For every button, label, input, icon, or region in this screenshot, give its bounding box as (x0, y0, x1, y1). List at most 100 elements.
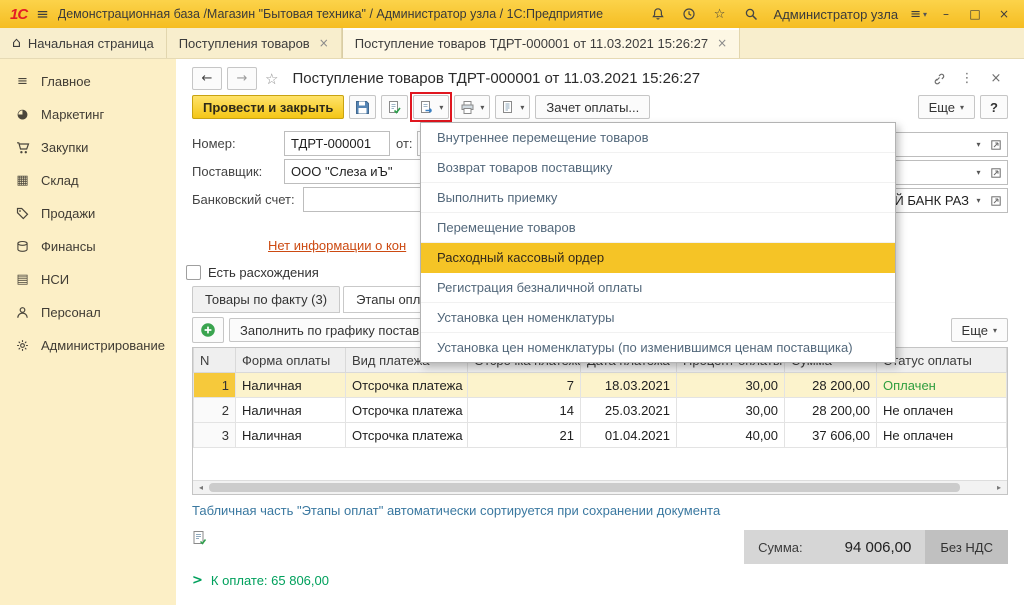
cell[interactable]: 2 (194, 398, 236, 423)
service-menu-icon[interactable]: ≡▾ (910, 7, 927, 22)
cell[interactable]: 37 606,00 (785, 423, 877, 448)
cell[interactable]: 40,00 (677, 423, 785, 448)
current-user[interactable]: Администратор узла (774, 7, 899, 22)
menu-item-internal-transfer[interactable]: Внутреннее перемещение товаров (421, 123, 895, 153)
scroll-right-icon[interactable]: ▸ (993, 483, 1005, 492)
cell[interactable]: Отсрочка платежа (346, 373, 468, 398)
create-based-on-button[interactable]: ▾ (413, 95, 449, 119)
combo-open-icon[interactable] (988, 168, 1003, 178)
attachments-button[interactable]: ▾ (495, 95, 530, 119)
more-button[interactable]: Еще▾ (918, 95, 975, 119)
back-button[interactable]: ← (192, 67, 222, 90)
status-cell[interactable]: Оплачен (877, 373, 1007, 398)
column-header[interactable]: Статус оплаты (877, 348, 1007, 373)
cell[interactable]: 28 200,00 (785, 373, 877, 398)
sidebar-item-nsi[interactable]: ▤ НСИ (0, 263, 176, 296)
menu-item-cashless-payment-registration[interactable]: Регистрация безналичной оплаты (421, 273, 895, 303)
horizontal-scrollbar[interactable]: ◂ ▸ (193, 480, 1007, 494)
maximize-button[interactable]: □ (965, 7, 985, 21)
add-row-button[interactable] (192, 317, 224, 343)
cell[interactable]: Наличная (236, 423, 346, 448)
scroll-left-icon[interactable]: ◂ (195, 483, 207, 492)
menu-item-set-item-prices-changed[interactable]: Установка цен номенклатуры (по изменивши… (421, 333, 895, 362)
table-more-button[interactable]: Еще▾ (951, 318, 1008, 342)
cell[interactable]: 7 (468, 373, 581, 398)
cell[interactable]: 3 (194, 423, 236, 448)
combo-dropdown-icon[interactable]: ▾ (971, 140, 986, 149)
forward-button[interactable]: → (227, 67, 257, 90)
cell[interactable]: Наличная (236, 373, 346, 398)
combo-dropdown-icon[interactable]: ▾ (971, 168, 986, 177)
close-document-button[interactable]: × (984, 71, 1008, 86)
cell[interactable]: 21 (468, 423, 581, 448)
notifications-bell-icon[interactable] (647, 7, 669, 21)
table-row[interactable]: 3 Наличная Отсрочка платежа 21 01.04.202… (194, 423, 1007, 448)
sidebar-item-warehouse[interactable]: ▦ Склад (0, 164, 176, 197)
menu-item-goods-transfer[interactable]: Перемещение товаров (421, 213, 895, 243)
menu-item-perform-acceptance[interactable]: Выполнить приемку (421, 183, 895, 213)
document-note-icon[interactable] (192, 530, 207, 545)
menu-item-return-to-supplier[interactable]: Возврат товаров поставщику (421, 153, 895, 183)
combo-dropdown-icon[interactable]: ▾ (971, 196, 986, 205)
cell[interactable]: 25.03.2021 (581, 398, 677, 423)
one-c-logo: 1С (10, 6, 27, 23)
pay-amount-link[interactable]: > К оплате: 65 806,00 (192, 573, 1008, 588)
help-button[interactable]: ? (980, 95, 1008, 119)
combo-open-icon[interactable] (988, 196, 1003, 206)
cell[interactable]: 28 200,00 (785, 398, 877, 423)
cell[interactable]: 30,00 (677, 398, 785, 423)
no-contract-info-link[interactable]: Нет информации о кон (268, 238, 406, 253)
sidebar-item-personnel[interactable]: Персонал (0, 296, 176, 329)
vat-mode-button[interactable]: Без НДС (925, 530, 1008, 564)
table-row[interactable]: 2 Наличная Отсрочка платежа 14 25.03.202… (194, 398, 1007, 423)
tab-close-icon[interactable]: × (717, 36, 727, 50)
sidebar-item-main[interactable]: ≡ Главное (0, 65, 176, 98)
scrollbar-track[interactable] (209, 483, 991, 492)
menu-item-set-item-prices[interactable]: Установка цен номенклатуры (421, 303, 895, 333)
sidebar-item-sales[interactable]: Продажи (0, 197, 176, 230)
date-label: от: (396, 136, 413, 151)
number-input[interactable]: ТДРТ-000001 (284, 131, 390, 156)
hamburger-menu-icon[interactable]: ≡ (36, 5, 49, 23)
link-icon[interactable] (926, 72, 950, 86)
sidebar-item-administration[interactable]: Администрирование (0, 329, 176, 362)
table-row[interactable]: 1 Наличная Отсрочка платежа 7 18.03.2021… (194, 373, 1007, 398)
post-and-close-button[interactable]: Провести и закрыть (192, 95, 344, 119)
tab-goods-receipts[interactable]: Поступления товаров × (167, 28, 342, 58)
column-header[interactable]: Форма оплаты (236, 348, 346, 373)
scrollbar-thumb[interactable] (209, 483, 960, 492)
print-button[interactable]: ▾ (454, 95, 490, 119)
post-document-button[interactable] (381, 95, 408, 119)
save-button[interactable] (349, 95, 376, 119)
sidebar-item-purchases[interactable]: Закупки (0, 131, 176, 164)
more-menu-icon[interactable]: ⋮ (955, 71, 979, 86)
column-header[interactable]: N (194, 348, 236, 373)
cell[interactable]: Наличная (236, 398, 346, 423)
combo-open-icon[interactable] (988, 140, 1003, 150)
sidebar-item-finance[interactable]: Финансы (0, 230, 176, 263)
cell[interactable]: Отсрочка платежа (346, 423, 468, 448)
minimize-button[interactable]: – (936, 7, 956, 21)
search-icon[interactable] (740, 7, 762, 21)
cell[interactable]: 01.04.2021 (581, 423, 677, 448)
status-cell[interactable]: Не оплачен (877, 423, 1007, 448)
favorite-star-icon[interactable]: ☆ (265, 70, 278, 88)
button-label: Провести и закрыть (203, 100, 333, 115)
cell[interactable]: 18.03.2021 (581, 373, 677, 398)
history-clock-icon[interactable] (678, 7, 700, 21)
cell[interactable]: 30,00 (677, 373, 785, 398)
fill-by-schedule-button[interactable]: Заполнить по графику поставщ (229, 318, 441, 342)
tab-close-icon[interactable]: × (319, 36, 329, 50)
tab-goods-actual[interactable]: Товары по факту (3) (192, 286, 340, 313)
cell[interactable]: Отсрочка платежа (346, 398, 468, 423)
sidebar-item-marketing[interactable]: ◕ Маркетинг (0, 98, 176, 131)
favorites-star-icon[interactable]: ☆ (709, 7, 731, 22)
status-cell[interactable]: Не оплачен (877, 398, 1007, 423)
tab-goods-receipt-document[interactable]: Поступление товаров ТДРТ-000001 от 11.03… (342, 28, 740, 58)
cell[interactable]: 1 (194, 373, 236, 398)
menu-item-cash-expense-order[interactable]: Расходный кассовый ордер (421, 243, 895, 273)
cell[interactable]: 14 (468, 398, 581, 423)
close-window-button[interactable]: × (994, 7, 1014, 21)
payment-offset-button[interactable]: Зачет оплаты... (535, 95, 650, 119)
tab-home[interactable]: ⌂ Начальная страница (0, 28, 167, 58)
